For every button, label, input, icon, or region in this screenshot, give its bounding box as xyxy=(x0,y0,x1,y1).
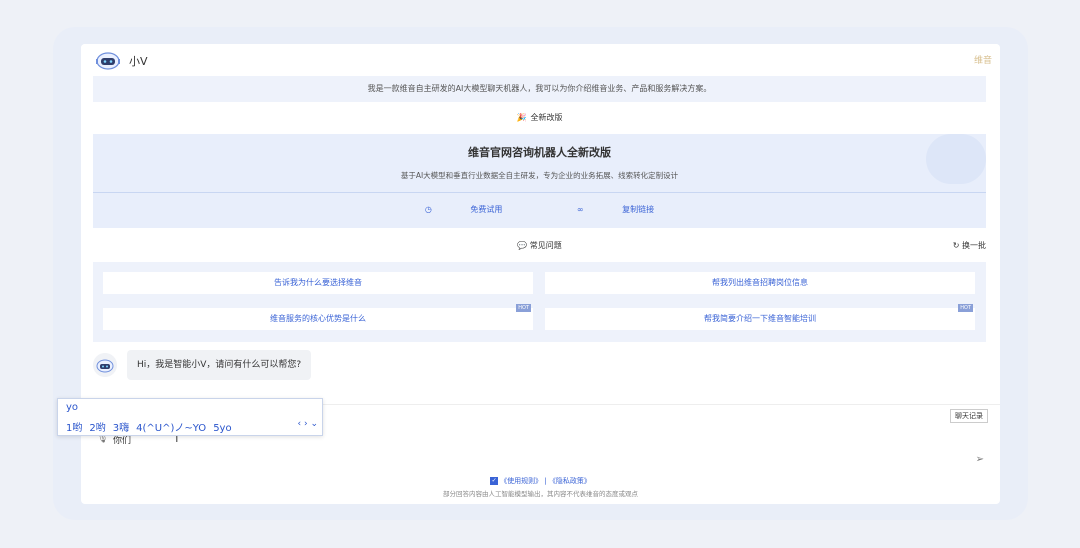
free-trial-label: 免费试用 xyxy=(470,205,503,214)
separator: | xyxy=(544,477,547,485)
chat-bubble-icon: 💬 xyxy=(517,241,528,250)
refresh-label: 换一批 xyxy=(962,241,986,250)
card-title: 维音官网咨询机器人全新改版 xyxy=(468,146,611,159)
question-item[interactable]: 帮我简要介绍一下维音智能培训 HOT xyxy=(545,304,975,330)
card-actions: ◷ 免费试用 ∞ 复制链接 xyxy=(93,204,986,215)
new-version-text: 全新改版 xyxy=(530,113,563,122)
question-text: 帮我简要介绍一下维音智能培训 xyxy=(704,314,816,323)
ime-candidate[interactable]: 3嗨 xyxy=(113,423,129,434)
party-icon: 🎉 xyxy=(516,113,527,122)
usage-rules-link[interactable]: 《使用规则》 xyxy=(500,477,542,485)
hot-badge: HOT xyxy=(958,304,973,312)
copy-link-button[interactable]: ∞ 复制链接 xyxy=(559,205,672,214)
question-item[interactable]: 告诉我为什么要选择维音 xyxy=(103,272,533,294)
ime-candidate-popup: yo 1哟 2哟 3嗨 4(^U^)ノ~YO 5yo ‹ › ⌄ xyxy=(57,398,323,436)
copy-link-label: 复制链接 xyxy=(622,205,655,214)
bot-message-bubble: Hi，我是智能小V，请问有什么可以帮您? xyxy=(127,350,312,380)
ime-candidates: 1哟 2哟 3嗨 4(^U^)ノ~YO 5yo xyxy=(66,419,239,434)
new-version-card: 维音官网咨询机器人全新改版 基于AI大模型和垂直行业数据全自主研发，专为企业的业… xyxy=(93,134,986,228)
hot-badge: HOT xyxy=(516,304,531,312)
policy-links: ✓ 《使用规则》 | 《隐私政策》 xyxy=(81,476,1000,486)
faq-title-text: 常见问题 xyxy=(529,241,562,250)
faq-title: 💬 常见问题 xyxy=(93,236,986,256)
question-text: 告诉我为什么要选择维音 xyxy=(274,278,362,287)
bot-message-row: Hi，我是智能小V，请问有什么可以帮您? xyxy=(93,350,986,384)
privacy-policy-link[interactable]: 《隐私政策》 xyxy=(549,477,591,485)
brand-logo: 维音 xyxy=(973,56,992,66)
chat-history-button[interactable]: 聊天记录 xyxy=(950,409,988,423)
clock-icon: ◷ xyxy=(424,205,432,214)
question-grid: 告诉我为什么要选择维音 帮我列出维音招聘岗位信息 维音服务的核心优势是什么 HOT… xyxy=(93,262,986,342)
ime-composition: yo xyxy=(66,402,79,413)
question-item[interactable]: 维音服务的核心优势是什么 HOT xyxy=(103,304,533,330)
ime-nav-arrows[interactable]: ‹ › ⌄ xyxy=(298,419,318,429)
question-text: 帮我列出维音招聘岗位信息 xyxy=(712,278,808,287)
bot-name: 小V xyxy=(129,55,148,68)
robot-avatar-icon xyxy=(93,353,117,377)
free-trial-link[interactable]: ◷ 免费试用 xyxy=(407,205,521,214)
ime-candidate[interactable]: 2哟 xyxy=(89,423,105,434)
ime-candidate[interactable]: 5yo xyxy=(213,423,231,434)
new-version-label: 🎉 全新改版 xyxy=(93,106,986,130)
link-icon: ∞ xyxy=(576,205,584,214)
faq-header: 💬 常见问题 ↻ 换一批 xyxy=(93,236,986,256)
chat-header: 小V 维音 xyxy=(81,44,1000,76)
refresh-button[interactable]: ↻ 换一批 xyxy=(953,236,986,256)
intro-text: 我是一款维音自主研发的AI大模型聊天机器人，我可以为你介绍维音业务、产品和服务解… xyxy=(93,76,986,102)
disclaimer: 部分回答内容由人工智能模型输出，其内容不代表维音的态度或观点 xyxy=(443,490,638,498)
footer: ✓ 《使用规则》 | 《隐私政策》 部分回答内容由人工智能模型输出，其内容不代表维… xyxy=(81,474,1000,504)
robot-avatar-icon xyxy=(96,52,120,70)
card-subtitle: 基于AI大模型和垂直行业数据全自主研发，专为企业的业务拓展、线索转化定制设计 xyxy=(400,171,679,180)
question-item[interactable]: 帮我列出维音招聘岗位信息 xyxy=(545,272,975,294)
send-icon[interactable]: ➢ xyxy=(976,454,984,465)
divider xyxy=(93,192,986,193)
ime-candidate[interactable]: 1哟 xyxy=(66,423,82,434)
agree-checkbox[interactable]: ✓ xyxy=(490,477,499,485)
ime-candidate[interactable]: 4(^U^)ノ~YO xyxy=(136,423,206,434)
question-text: 维音服务的核心优势是什么 xyxy=(270,314,366,323)
refresh-icon: ↻ xyxy=(952,241,960,250)
